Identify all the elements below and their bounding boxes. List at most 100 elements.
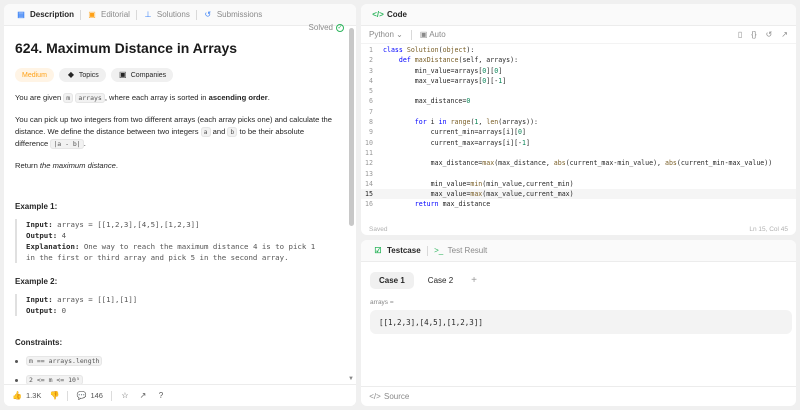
case-2-tab[interactable]: Case 2 [419,272,462,289]
constraint-item: m == arrays.length [15,356,337,366]
code-line: 3 min_value=arrays[0][0] [361,66,796,76]
code-text: max_value=arrays[0][-1] [414,76,507,85]
thumbs-down-icon: 👎 [49,390,60,400]
example-2-title: Example 2: [15,277,58,286]
line-number: 8 [369,118,373,127]
code-text: current_min=arrays[i][0] [430,128,527,137]
lock-icon: ▣ [118,70,127,79]
source-button[interactable]: </> Source [361,386,796,406]
bold-text: ascending order [208,93,268,102]
tab-test-result[interactable]: >_ Test Result [428,240,494,261]
bullet [15,378,18,382]
expand-icon[interactable]: ↗ [781,30,788,39]
italic-text: the maximum distance [39,161,116,170]
braces-icon[interactable]: {} [751,30,756,39]
editor-status: Saved Ln 15, Col 45 [369,226,788,233]
language-value: Python [369,30,394,39]
param-input[interactable]: [[1,2,3],[4,5],[1,2,3]] [370,310,792,334]
tab-editorial[interactable]: ▣ Editorial [81,4,136,25]
tab-solutions[interactable]: ⊥ Solutions [137,4,196,25]
code-line: 7 [361,107,796,117]
dislike-button[interactable]: 👎 [49,391,59,401]
cursor-position: Ln 15, Col 45 [749,226,788,233]
line-number: 3 [369,66,373,75]
code-text: for i in range(1, len(arrays)): [414,118,539,127]
case-tabs: Case 1 Case 2 + [361,262,796,289]
reset-icon[interactable]: ↺ [766,30,773,39]
description-content: 624. Maximum Distance in Arrays Medium ◆… [4,26,348,384]
code-line: 2 def maxDistance(self, arrays): [361,55,796,65]
auto-mode[interactable]: ▣ Auto [420,30,446,39]
description-panel: ▤ Description ▣ Editorial ⊥ Solutions ↺ … [4,4,356,406]
test-tabbar: ☑ Testcase >_ Test Result [361,240,796,262]
code-line: 5 [361,86,796,96]
tab-editorial-label: Editorial [101,10,130,19]
case-1-tab[interactable]: Case 1 [370,272,414,289]
text: , where each array is sorted in [104,93,209,102]
code-line: 14 min_value=min(min_value,current_min) [361,179,796,189]
code-editor[interactable]: 1 class Solution(object): 2 def maxDistanc… [361,45,796,215]
footer-divider [67,390,69,401]
code-text: max_distance=0 [414,97,471,106]
tab-testcase[interactable]: ☑ Testcase [367,240,427,261]
example-explanation-cont: in the first or third array and pick 5 i… [26,253,289,262]
tab-description[interactable]: ▤ Description [10,4,80,25]
code-text: min_value=min(min_value,current_min) [430,179,574,188]
example-input: arrays = [[1,2,3],[4,5],[1,2,3]] [57,220,200,229]
inline-code: m [63,93,74,103]
problem-tags: Medium ◆ Topics ▣ Companies [15,68,337,82]
constraint-item: 2 <= m <= 10⁵ [15,375,337,384]
example-explanation: One way to reach the maximum distance 4 … [83,242,316,251]
share-icon[interactable]: ↗ [138,391,148,401]
difficulty-badge: Medium [15,68,54,82]
line-number: 6 [369,97,373,106]
constraint-code: 2 <= m <= 10⁵ [26,375,83,384]
tab-description-label: Description [30,10,75,19]
help-icon[interactable]: ? [156,391,166,401]
scroll-down-arrow-icon[interactable]: ▼ [348,376,354,382]
text: . [115,161,118,170]
testcase-panel: ☑ Testcase >_ Test Result Case 1 Case 2 … [361,240,796,406]
bookmark-icon[interactable]: ▯ [738,30,742,39]
code-line: 15 max_value=max(max_value,current_max) [361,189,796,200]
description-paragraph-2: You can pick up two integers from two di… [15,114,337,150]
tab-test-result-label: Test Result [447,246,488,255]
line-number: 5 [369,87,373,96]
constraints-title: Constraints: [15,338,63,347]
code-text: min_value=arrays[0][0] [414,66,503,75]
text: . [267,93,270,102]
add-case-button[interactable]: + [471,275,477,286]
tab-submissions[interactable]: ↺ Submissions [197,4,268,25]
line-number: 14 [365,179,373,188]
saved-status: Saved [369,226,388,233]
input-label: Input: [26,295,53,304]
line-number: 9 [369,128,373,137]
topics-label: Topics [78,71,99,79]
code-panel: </> Code Python ⌄ ▣ Auto ▯ {} ↺ ↗ 1 class… [361,4,796,235]
companies-button[interactable]: ▣ Companies [110,68,174,82]
output-label: Output: [26,306,58,315]
tab-solutions-label: Solutions [156,10,190,19]
like-button[interactable]: 👍 1.3K [12,391,41,401]
language-select[interactable]: Python ⌄ [369,30,403,39]
bullet [15,359,18,363]
example-1-box: Input: arrays = [[1,2,3],[4,5],[1,2,3]] … [15,219,337,263]
tab-code[interactable]: </> Code [367,4,413,25]
star-icon[interactable]: ☆ [120,391,130,401]
code-line: 1 class Solution(object): [361,45,796,55]
code-text: current_max=arrays[i][-1] [430,138,530,147]
code-text: max_value=max(max_value,current_max) [430,190,574,199]
code-line: 6 max_distance=0 [361,96,796,106]
comment-icon: 💬 [76,390,87,400]
thumbs-up-icon: 👍 [12,390,22,400]
input-label: Input: [26,220,53,229]
description-paragraph-3: Return the maximum distance. [15,160,337,172]
topics-button[interactable]: ◆ Topics [58,68,106,82]
description-scrollbar[interactable] [349,28,354,226]
solutions-icon: ⊥ [144,9,152,19]
line-number: 15 [365,190,373,199]
comments-button[interactable]: 💬 146 [76,391,103,401]
code-text: def maxDistance(self, arrays): [398,56,519,65]
text: You are given [15,93,64,102]
example-output: 0 [61,306,67,315]
